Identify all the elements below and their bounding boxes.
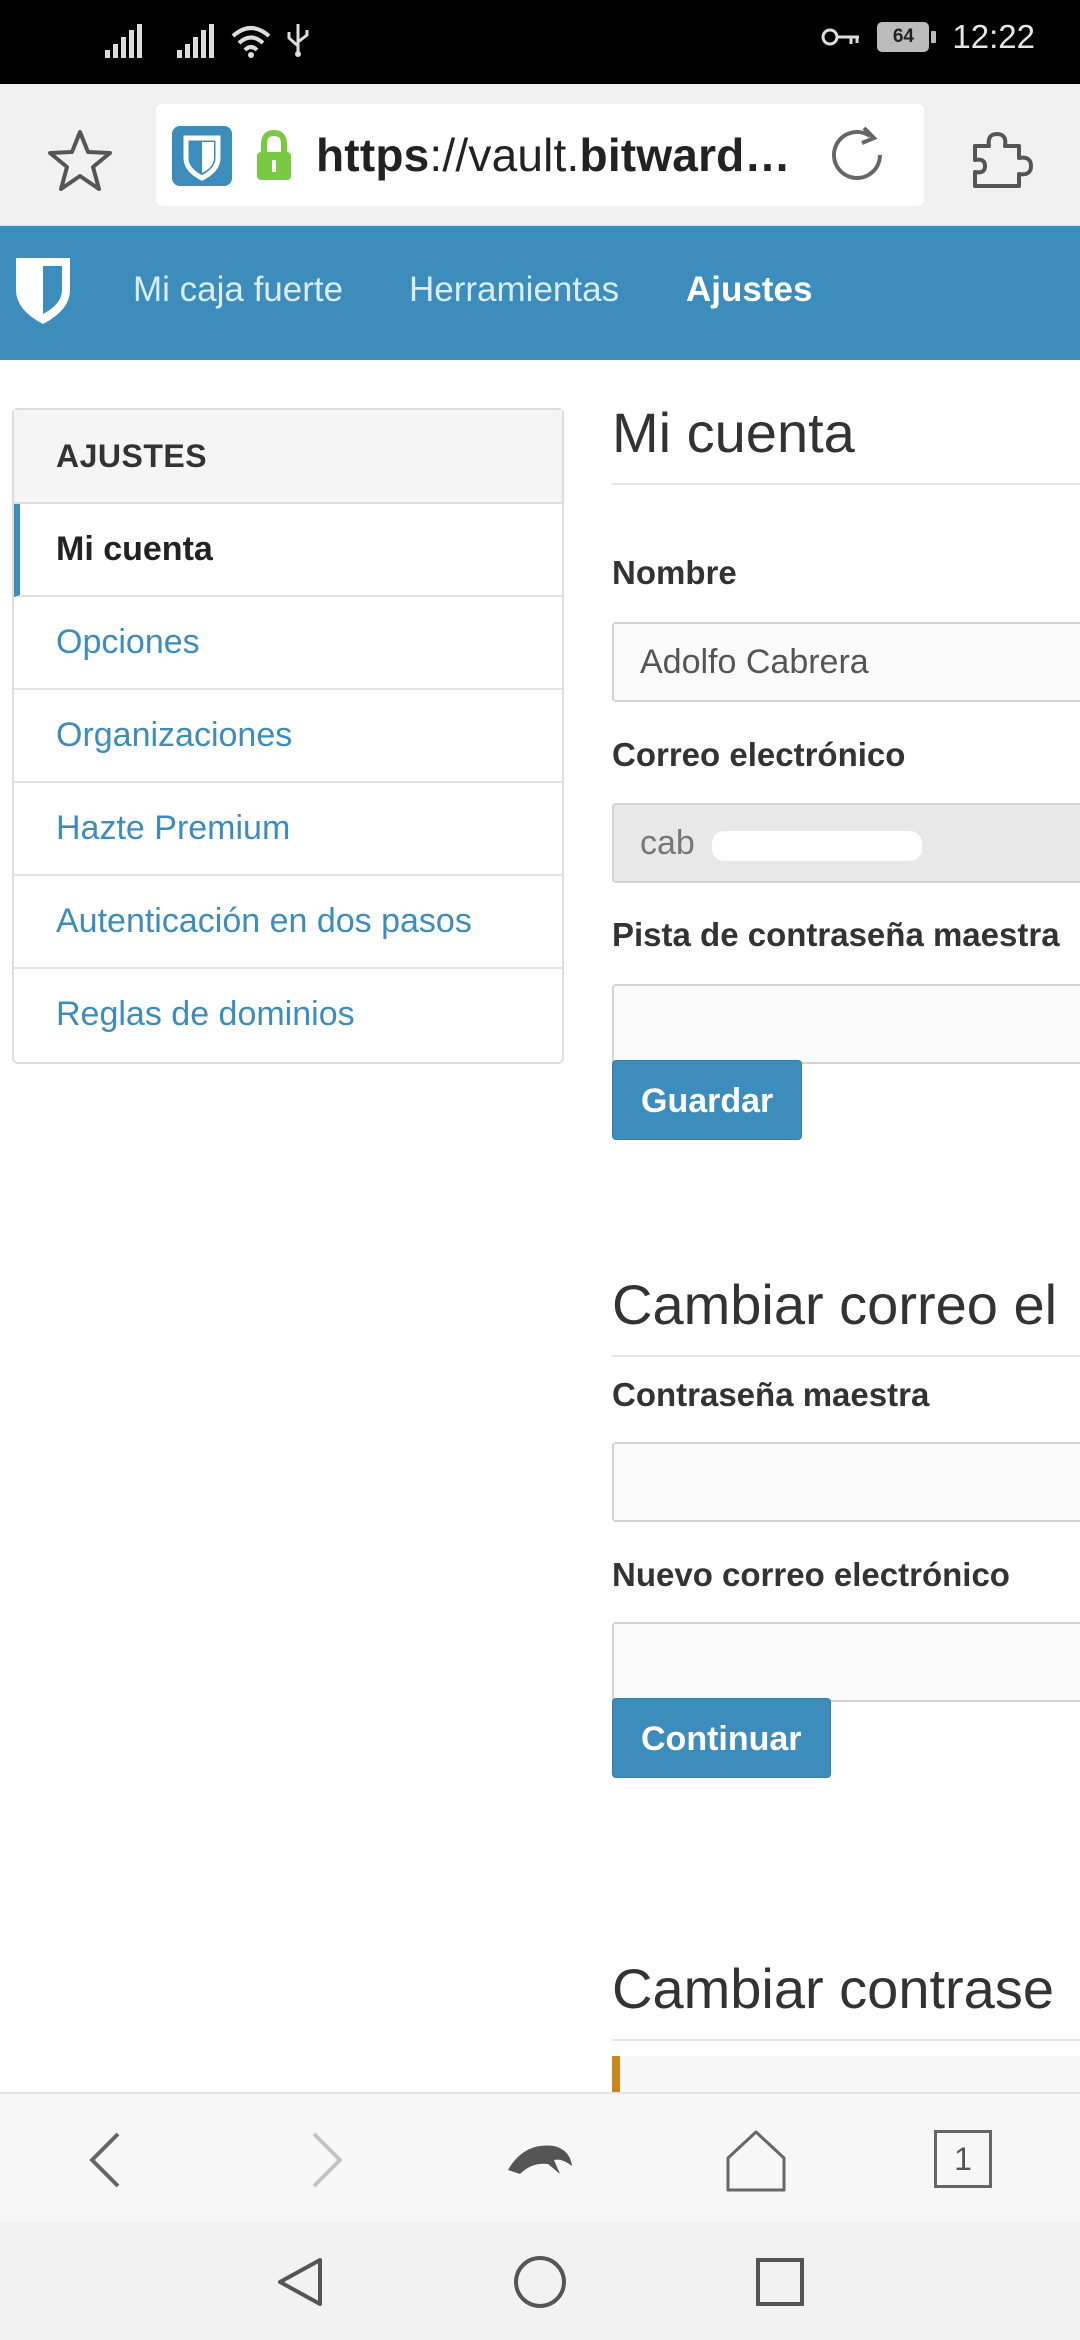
sidebar-header: AJUSTES bbox=[14, 410, 562, 504]
nav-my-vault[interactable]: Mi caja fuerte bbox=[133, 270, 343, 310]
settings-sidebar: AJUSTES Mi cuenta Opciones Organizacione… bbox=[12, 408, 564, 1064]
sidebar-item-my-account[interactable]: Mi cuenta bbox=[14, 504, 562, 597]
back-triangle-icon[interactable] bbox=[270, 2252, 330, 2312]
redaction-mark bbox=[712, 831, 922, 861]
warning-callout bbox=[612, 2056, 1080, 2092]
key-icon bbox=[821, 28, 860, 46]
url-text: https://vault.bitward… bbox=[316, 129, 791, 181]
recents-square-icon[interactable] bbox=[750, 2252, 810, 2312]
reload-icon[interactable] bbox=[824, 122, 890, 188]
new-email-input[interactable] bbox=[612, 1622, 1080, 1702]
bitwarden-favicon bbox=[172, 126, 232, 186]
change-password-title: Cambiar contrase bbox=[612, 1956, 1080, 2041]
nav-settings[interactable]: Ajustes bbox=[686, 270, 812, 310]
sidebar-item-two-step-login[interactable]: Autenticación en dos pasos bbox=[14, 876, 562, 969]
sidebar-item-organizations[interactable]: Organizaciones bbox=[14, 690, 562, 783]
wifi-icon bbox=[231, 26, 271, 58]
password-hint-input[interactable] bbox=[612, 984, 1080, 1064]
usb-icon bbox=[287, 24, 309, 57]
new-email-label: Nuevo correo electrónico bbox=[612, 1556, 1010, 1593]
tabs-icon[interactable]: 1 bbox=[934, 2130, 992, 2188]
email-label: Correo electrónico bbox=[612, 736, 906, 773]
signal-icon bbox=[105, 24, 142, 58]
system-nav-bar bbox=[0, 2222, 1080, 2340]
home-circle-icon[interactable] bbox=[510, 2252, 570, 2312]
browser-toolbar: https://vault.bitward… bbox=[0, 84, 1080, 226]
my-account-title: Mi cuenta bbox=[612, 400, 1080, 485]
nav-tools[interactable]: Herramientas bbox=[409, 270, 619, 310]
address-bar[interactable]: https://vault.bitward… bbox=[156, 104, 924, 206]
sidebar-item-options[interactable]: Opciones bbox=[14, 597, 562, 690]
sidebar-item-domain-rules[interactable]: Reglas de dominios bbox=[14, 969, 562, 1062]
name-input[interactable]: Adolfo Cabrera bbox=[612, 622, 1080, 702]
star-icon[interactable] bbox=[44, 124, 116, 196]
battery-level: 64 bbox=[877, 22, 930, 52]
content-area: AJUSTES Mi cuenta Opciones Organizacione… bbox=[0, 360, 1080, 2092]
tab-count: 1 bbox=[954, 2141, 972, 2177]
signal-icon bbox=[177, 24, 214, 58]
extension-icon[interactable] bbox=[965, 124, 1037, 196]
dolphin-icon[interactable] bbox=[502, 2122, 578, 2198]
app-navbar: Mi caja fuerte Herramientas Ajustes bbox=[0, 226, 1080, 360]
my-account-section: Mi cuenta Nombre Adolfo Cabrera Correo e… bbox=[612, 400, 1080, 1140]
bitwarden-logo-icon[interactable] bbox=[12, 254, 74, 328]
password-hint-label: Pista de contraseña maestra bbox=[612, 916, 1060, 953]
status-bar: 64 12:22 bbox=[0, 0, 1080, 84]
browser-bottom-nav: 1 bbox=[0, 2092, 1080, 2222]
change-email-title: Cambiar correo el bbox=[612, 1272, 1080, 1357]
change-email-section: Cambiar correo el Contraseña maestra Nue… bbox=[612, 1272, 1080, 1778]
clock: 12:22 bbox=[952, 18, 1035, 55]
battery-icon: 64 bbox=[877, 22, 937, 52]
home-icon[interactable] bbox=[718, 2122, 794, 2198]
forward-icon[interactable] bbox=[286, 2122, 362, 2198]
change-password-section: Cambiar contrase bbox=[612, 1956, 1080, 2092]
back-icon[interactable] bbox=[70, 2122, 146, 2198]
master-password-label: Contraseña maestra bbox=[612, 1376, 930, 1413]
sidebar-item-go-premium[interactable]: Hazte Premium bbox=[14, 783, 562, 876]
lock-icon bbox=[257, 129, 291, 180]
email-value: cab bbox=[640, 824, 695, 862]
continue-button[interactable]: Continuar bbox=[612, 1698, 831, 1778]
master-password-input[interactable] bbox=[612, 1442, 1080, 1522]
save-button[interactable]: Guardar bbox=[612, 1060, 803, 1140]
name-label: Nombre bbox=[612, 554, 737, 591]
email-input[interactable]: cab bbox=[612, 803, 1080, 883]
